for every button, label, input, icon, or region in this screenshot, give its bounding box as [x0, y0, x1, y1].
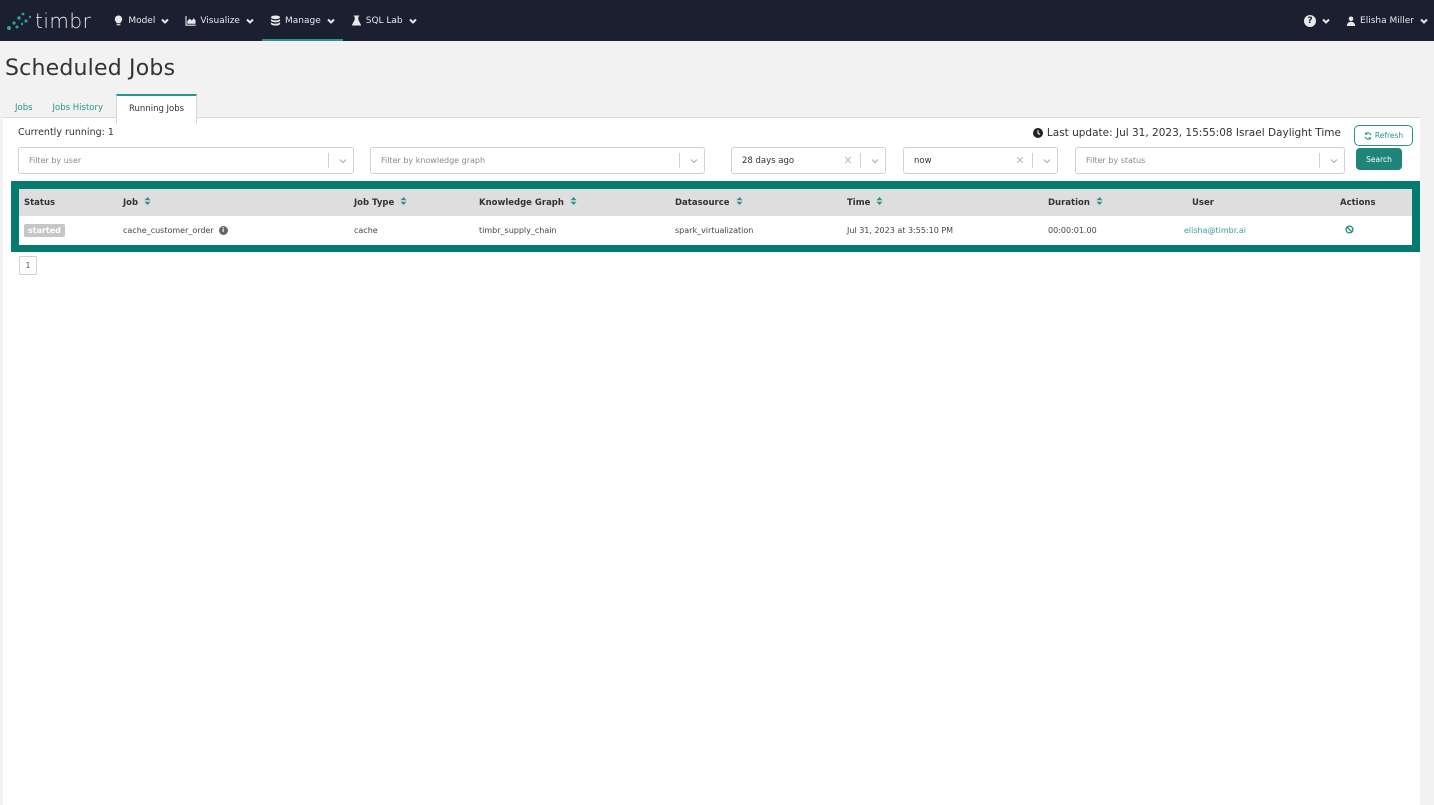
- info-icon[interactable]: i: [218, 226, 228, 235]
- chevron-down-icon: [327, 17, 335, 25]
- col-job[interactable]: Job: [123, 189, 151, 216]
- running-jobs-table-frame: Status Job Job Type Knowledge Graph Data…: [11, 181, 1420, 252]
- col-status: Status: [24, 197, 56, 208]
- filter-status-placeholder: Filter by status: [1086, 156, 1146, 165]
- job-name: cache_customer_order: [123, 226, 214, 235]
- user-name: Elisha Miller: [1360, 15, 1414, 26]
- col-job-type[interactable]: Job Type: [354, 189, 407, 216]
- table-header: Status Job Job Type Knowledge Graph Data…: [19, 189, 1412, 216]
- user-menu[interactable]: Elisha Miller: [1346, 16, 1428, 26]
- brand-name: timbr: [35, 8, 92, 33]
- tab-running-jobs[interactable]: Running Jobs: [116, 94, 198, 124]
- tab-jobs-history[interactable]: Jobs History: [43, 94, 113, 123]
- refresh-label: Refresh: [1374, 131, 1404, 140]
- chevron-down-icon: [246, 17, 254, 25]
- nav-item-label: Manage: [284, 15, 321, 26]
- sort-icon[interactable]: [564, 197, 577, 208]
- user-icon: [1346, 16, 1356, 26]
- running-jobs-panel: Currently running: 1 Last update: Jul 31…: [3, 117, 1420, 805]
- chevron-down-icon: [161, 17, 170, 25]
- timbr-logo[interactable]: timbr: [6, 0, 91, 41]
- sort-icon[interactable]: [1090, 197, 1103, 208]
- refresh-icon: [1364, 131, 1372, 140]
- chevron-down-icon: [1324, 157, 1344, 165]
- table-row: started cache_customer_order i cache timb…: [19, 216, 1412, 245]
- nav-item-label: SQL Lab: [365, 15, 403, 26]
- pagination-page-1[interactable]: 1: [19, 256, 37, 275]
- nav-item-manage[interactable]: Manage: [261, 0, 343, 41]
- tab-bar: Jobs Jobs History Running Jobs: [5, 94, 1434, 124]
- col-time[interactable]: Time: [847, 189, 883, 216]
- database-icon: [270, 15, 281, 26]
- chevron-down-icon: [684, 157, 704, 165]
- filter-to-value: now: [914, 155, 932, 166]
- clear-icon[interactable]: ✕: [1012, 154, 1028, 167]
- tab-jobs[interactable]: Jobs: [5, 94, 43, 123]
- chevron-down-icon: [1322, 17, 1330, 25]
- sort-icon[interactable]: [870, 197, 883, 208]
- filter-knowledge-graph-select[interactable]: Filter by knowledge graph: [370, 147, 705, 174]
- datasource: spark_virtualization: [675, 226, 754, 235]
- clock-icon: [1032, 128, 1043, 138]
- nav-item-visualize[interactable]: Visualize: [177, 0, 262, 41]
- col-duration[interactable]: Duration: [1048, 189, 1103, 216]
- nav-item-model[interactable]: Model: [105, 0, 177, 41]
- help-menu[interactable]: ?: [1294, 14, 1340, 27]
- col-knowledge-graph[interactable]: Knowledge Graph: [479, 189, 577, 216]
- filter-user-select[interactable]: Filter by user: [18, 147, 354, 174]
- filter-to-select[interactable]: now ✕: [903, 147, 1058, 174]
- cancel-icon[interactable]: [1345, 225, 1354, 236]
- filter-kg-placeholder: Filter by knowledge graph: [381, 156, 486, 165]
- col-user: User: [1192, 197, 1214, 208]
- job-type: cache: [354, 226, 378, 235]
- job-duration: 00:00:01.00: [1048, 226, 1097, 235]
- running-jobs-table: Status Job Job Type Knowledge Graph Data…: [19, 189, 1412, 245]
- refresh-button[interactable]: Refresh: [1354, 125, 1413, 146]
- knowledge-graph: timbr_supply_chain: [479, 226, 557, 235]
- logo-dots-icon: [7, 12, 32, 30]
- clear-icon[interactable]: ✕: [840, 154, 856, 167]
- chevron-down-icon: [1420, 17, 1428, 25]
- sort-icon[interactable]: [730, 197, 743, 208]
- area-chart-icon: [185, 15, 197, 26]
- filter-from-select[interactable]: 28 days ago ✕: [731, 147, 886, 174]
- sort-icon[interactable]: [138, 197, 151, 208]
- col-actions: Actions: [1340, 197, 1376, 208]
- chevron-down-icon: [408, 17, 417, 25]
- status-badge: started: [24, 224, 65, 237]
- nav-item-label: Model: [128, 15, 156, 26]
- job-time: Jul 31, 2023 at 3:55:10 PM: [847, 226, 954, 235]
- help-icon: ?: [1304, 14, 1317, 27]
- user-link[interactable]: elisha@timbr.ai: [1184, 226, 1246, 235]
- lightbulb-icon: [115, 15, 123, 26]
- search-button[interactable]: Search: [1356, 148, 1402, 170]
- sort-icon[interactable]: [394, 197, 407, 208]
- nav-item-sql-lab[interactable]: SQL Lab: [343, 0, 425, 41]
- filter-status-select[interactable]: Filter by status: [1075, 147, 1345, 174]
- nav-item-label: Visualize: [200, 15, 240, 26]
- last-update: Last update: Jul 31, 2023, 15:55:08 Isra…: [1032, 127, 1341, 139]
- filter-from-value: 28 days ago: [742, 155, 795, 166]
- chevron-down-icon: [1037, 157, 1057, 165]
- currently-running-count: Currently running: 1: [18, 127, 114, 138]
- filter-user-placeholder: Filter by user: [29, 156, 82, 165]
- col-datasource[interactable]: Datasource: [675, 189, 743, 216]
- chevron-down-icon: [333, 157, 353, 165]
- top-navbar: timbr Model Visualize Manage SQL Lab ? E…: [0, 0, 1434, 41]
- page-title: Scheduled Jobs: [5, 56, 176, 81]
- flask-icon: [351, 15, 361, 26]
- last-update-text: Last update: Jul 31, 2023, 15:55:08 Isra…: [1046, 127, 1341, 139]
- chevron-down-icon: [865, 157, 885, 165]
